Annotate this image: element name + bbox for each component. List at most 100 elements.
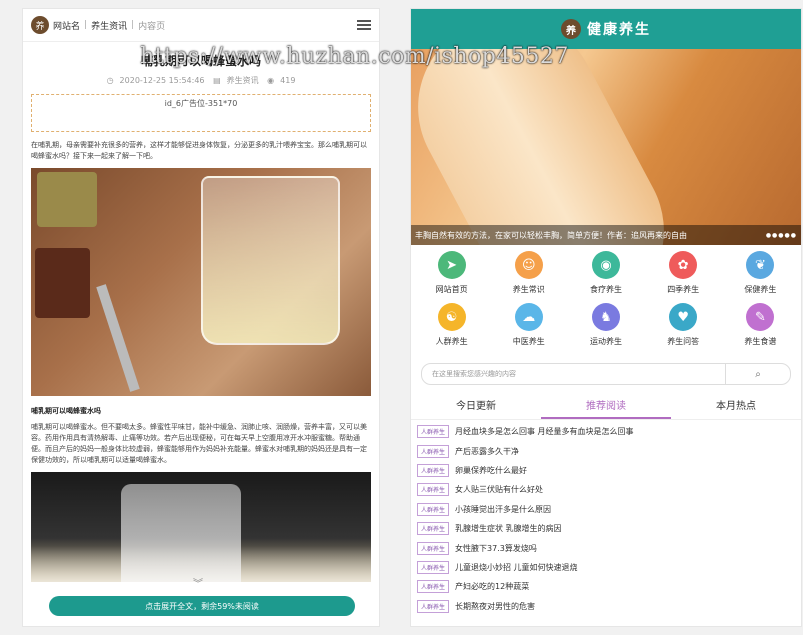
search-button[interactable]: ⌕ <box>725 364 790 384</box>
list-item[interactable]: 人群养生 乳腺增生症状 乳腺增生的病因 <box>417 519 795 538</box>
nav-item-label: 养生问答 <box>667 337 700 346</box>
site-header: 养 健康养生 <box>411 9 801 49</box>
article-date: 2020-12-25 15:54:46 <box>119 76 205 85</box>
nav-item-4[interactable]: ❦ 保健养生 <box>722 251 799 303</box>
home-page: 养 健康养生 丰胸自然有效的方法，在家可以轻松丰胸，简单方便！作者：追风再来的自… <box>410 8 802 627</box>
site-seal-icon[interactable]: 养 <box>561 19 581 39</box>
banner-image <box>411 49 696 245</box>
slider-dots[interactable]: ●●●●● <box>766 232 797 239</box>
list-item[interactable]: 人群养生 儿童退烧小妙招 儿童如何快速退烧 <box>417 558 795 577</box>
fork-shape <box>96 284 140 392</box>
site-logo[interactable]: 养 <box>31 16 49 34</box>
breadcrumb: 养 网站名 | 养生资讯 | 内容页 <box>23 9 379 42</box>
category-badge[interactable]: 人群养生 <box>417 580 450 594</box>
banner-slider[interactable]: 丰胸自然有效的方法，在家可以轻松丰胸，简单方便！作者：追风再来的自由 ●●●●● <box>411 49 801 245</box>
news-title-link[interactable]: 产后恶露多久干净 <box>455 446 519 457</box>
nav-item-0[interactable]: ➤ 网站首页 <box>413 251 490 303</box>
list-item[interactable]: 人群养生 小孩睡觉出汗多是什么原因 <box>417 500 795 519</box>
nav-item-6[interactable]: ☁ 中医养生 <box>490 303 567 355</box>
category-nav-grid: ➤ 网站首页 ☺ 养生常识 ◉ 食疗养生 ✿ 四季养生 ❦ 保健养生 ☯ 人群养生 ☁ 中医养生 ♞ 运动养生… <box>411 245 801 355</box>
watermark-text: https://www.huzhan.com/ishop45527 <box>140 44 569 69</box>
runner-icon: ♞ <box>591 303 620 331</box>
category-badge[interactable]: 人群养生 <box>417 502 450 516</box>
news-title-link[interactable]: 卵巢保养吃什么最好 <box>455 465 527 476</box>
nav-item-3[interactable]: ✿ 四季养生 <box>645 251 722 303</box>
list-item[interactable]: 人群养生 女人贴三伏贴有什么好处 <box>417 480 795 499</box>
category-badge[interactable]: 人群养生 <box>417 444 450 458</box>
hamburger-menu-icon[interactable] <box>357 20 371 30</box>
news-title-link[interactable]: 女性腋下37.3算发烧吗 <box>455 543 537 554</box>
nav-item-1[interactable]: ☺ 养生常识 <box>490 251 567 303</box>
news-title-link[interactable]: 女人贴三伏贴有什么好处 <box>455 484 543 495</box>
cloud-icon: ☁ <box>514 303 543 331</box>
category-badge[interactable]: 人群养生 <box>417 522 450 536</box>
person-icon: ☺ <box>514 251 543 279</box>
banner-caption: 丰胸自然有效的方法，在家可以轻松丰胸，简单方便！作者：追风再来的自由 <box>415 230 687 240</box>
news-title-link[interactable]: 小孩睡觉出汗多是什么原因 <box>455 504 551 515</box>
list-item[interactable]: 人群养生 月经血块多是怎么回事 月经量多有血块是怎么回事 <box>417 422 795 441</box>
nav-item-7[interactable]: ♞ 运动养生 <box>567 303 644 355</box>
tab-0[interactable]: 今日更新 <box>411 397 541 419</box>
category-badge[interactable]: 人群养生 <box>417 425 450 439</box>
category-badge[interactable]: 人群养生 <box>417 599 450 613</box>
news-title-link[interactable]: 产妇必吃的12种蔬菜 <box>455 581 529 592</box>
news-title-link[interactable]: 乳腺增生症状 乳腺增生的病因 <box>455 523 562 534</box>
bowl-icon: ◉ <box>591 251 620 279</box>
nav-item-label: 中医养生 <box>512 337 545 346</box>
group-icon: ☯ <box>437 303 466 331</box>
nav-item-label: 食疗养生 <box>589 285 622 294</box>
category-badge[interactable]: 人群养生 <box>417 463 450 477</box>
nav-item-label: 运动养生 <box>589 337 622 346</box>
news-title-link[interactable]: 长期熬夜对男性的危害 <box>455 601 535 612</box>
category-badge[interactable]: 人群养生 <box>417 541 450 555</box>
nav-item-label: 网站首页 <box>435 285 468 294</box>
flower-icon: ✿ <box>669 251 698 279</box>
chevron-down-icon[interactable]: ︾ <box>193 575 203 590</box>
breadcrumb-divider: | <box>84 20 88 30</box>
list-item[interactable]: 人群养生 长期熬夜对男性的危害 <box>417 597 795 616</box>
breadcrumb-category[interactable]: 养生资讯 <box>91 19 127 32</box>
nav-item-label: 养生常识 <box>512 285 545 294</box>
book-icon: ✎ <box>746 303 775 331</box>
list-item[interactable]: 人群养生 卵巢保养吃什么最好 <box>417 461 795 480</box>
news-title-link[interactable]: 月经血块多是怎么回事 月经量多有血块是怎么回事 <box>455 426 634 437</box>
nav-item-label: 四季养生 <box>667 285 700 294</box>
breadcrumb-divider: | <box>131 20 135 30</box>
article-views: 419 <box>280 76 296 85</box>
clock-icon: ◷ <box>106 76 114 85</box>
site-title[interactable]: 健康养生 <box>587 19 651 39</box>
category-badge[interactable]: 人群养生 <box>417 560 450 574</box>
list-item[interactable]: 人群养生 产后恶露多久干净 <box>417 441 795 460</box>
nav-item-2[interactable]: ◉ 食疗养生 <box>567 251 644 303</box>
list-item[interactable]: 人群养生 女性腋下37.3算发烧吗 <box>417 538 795 557</box>
article-image-honey-water <box>31 168 371 396</box>
nav-item-5[interactable]: ☯ 人群养生 <box>413 303 490 355</box>
eye-icon: ◉ <box>267 76 275 85</box>
article-subheading: 哺乳期可以喝蜂蜜水吗 <box>31 407 101 415</box>
tab-2[interactable]: 本月热点 <box>671 397 801 419</box>
category-badge[interactable]: 人群养生 <box>417 483 450 497</box>
heart-icon: ♥ <box>669 303 698 331</box>
search-bar[interactable]: 在这里搜索您感兴趣的内容 ⌕ <box>421 363 791 385</box>
banner-caption-bar[interactable]: 丰胸自然有效的方法，在家可以轻松丰胸，简单方便！作者：追风再来的自由 ●●●●● <box>411 225 801 245</box>
nav-item-label: 人群养生 <box>435 337 468 346</box>
article-category[interactable]: 养生资讯 <box>227 76 259 85</box>
read-more-button[interactable]: 点击展开全文，剩余59%未阅读 <box>49 596 355 616</box>
ad-slot[interactable]: id_6广告位-351*70 <box>31 94 371 132</box>
tab-1[interactable]: 推荐阅读 <box>541 397 671 419</box>
chocolate-shape <box>35 248 90 318</box>
nav-item-label: 养生食谱 <box>744 337 777 346</box>
leaf-icon: ❦ <box>746 251 775 279</box>
nav-item-9[interactable]: ✎ 养生食谱 <box>722 303 799 355</box>
article-meta: ◷ 2020-12-25 15:54:46 ▤ 养生资讯 ◉ 419 <box>23 75 379 86</box>
list-item[interactable]: 人群养生 产妇必吃的12种蔬菜 <box>417 577 795 596</box>
news-title-link[interactable]: 儿童退烧小妙招 儿童如何快速退烧 <box>455 562 578 573</box>
folder-icon: ▤ <box>213 76 221 85</box>
cake-shape <box>37 172 97 227</box>
search-icon: ⌕ <box>755 368 761 380</box>
nav-item-8[interactable]: ♥ 养生问答 <box>645 303 722 355</box>
article-page: 养 网站名 | 养生资讯 | 内容页 哺乳期可以喝蜂蜜水吗 ◷ 2020-12-2… <box>22 8 380 627</box>
breadcrumb-current: 内容页 <box>138 21 166 32</box>
breadcrumb-site[interactable]: 网站名 <box>53 19 80 32</box>
search-input[interactable]: 在这里搜索您感兴趣的内容 <box>432 369 516 379</box>
